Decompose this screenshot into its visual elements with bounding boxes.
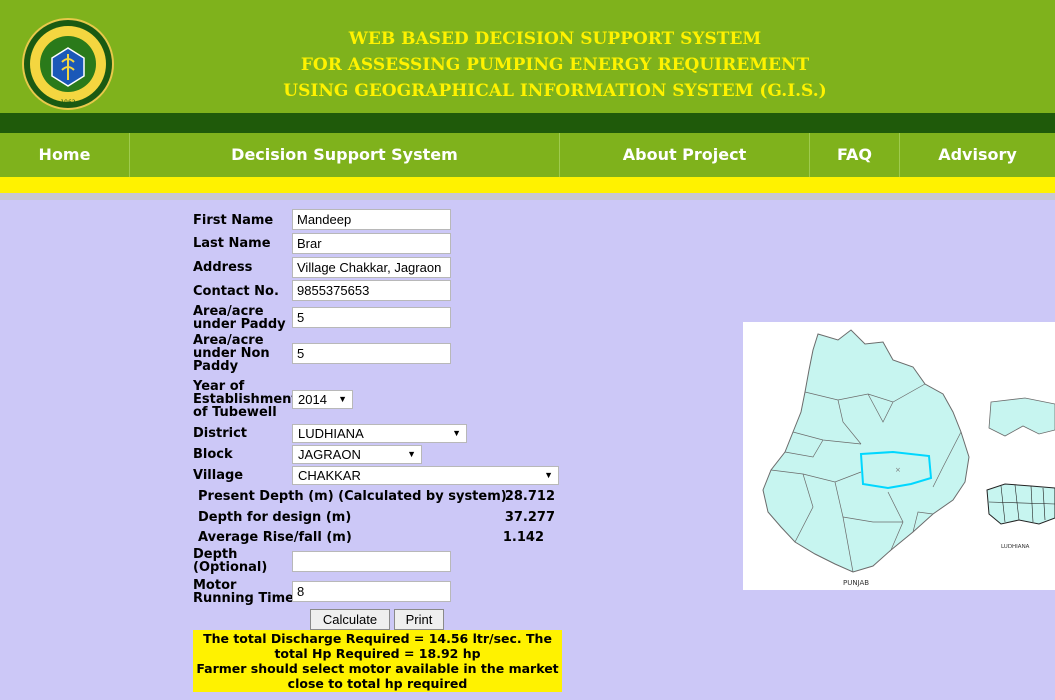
first-name-label: First Name [193,213,274,228]
nav-faq[interactable]: FAQ [810,133,900,177]
village-select-value: CHAKKAR [298,468,361,483]
nav-about-project[interactable]: About Project [560,133,810,177]
contact-input[interactable]: 9855375653 [292,280,451,301]
nav-decision-support-system[interactable]: Decision Support System [130,133,560,177]
page-title: WEB BASED DECISION SUPPORT SYSTEM FOR AS… [150,26,960,104]
main-nav: Home Decision Support System About Proje… [0,133,1055,177]
depth-optional-label: Depth (Optional) [193,548,267,574]
university-logo: 1962 [22,18,114,110]
chevron-down-icon: ▼ [452,428,461,438]
chevron-down-icon: ▼ [338,394,347,404]
result-box: The total Discharge Required = 14.56 ltr… [193,630,562,692]
area-non-paddy-label-line: Paddy [193,359,239,374]
depth-optional-input[interactable] [292,551,451,572]
header-divider [0,113,1055,133]
year-label-line: of Tubewell [193,405,277,420]
district-inset-shape [988,397,1055,437]
rise-fall-label: Average Rise/fall (m) [198,530,352,545]
year-label: Year of Establishment of Tubewell [193,380,298,419]
last-name-input[interactable]: Brar [292,233,451,254]
year-select[interactable]: 2014 ▼ [292,390,353,409]
block-label: Block [193,447,233,462]
nav-home[interactable]: Home [0,133,130,177]
result-line: total Hp Required = 18.92 hp [274,646,481,661]
village-label: Village [193,468,244,483]
present-depth-value: 28.712 [504,489,555,504]
calculate-button[interactable]: Calculate [310,609,390,630]
header-banner: 1962 WEB BASED DECISION SUPPORT SYSTEM F… [0,0,1055,113]
design-depth-label: Depth for design (m) [198,510,352,525]
result-line: Farmer should select motor available in … [196,661,559,676]
first-name-input[interactable]: Mandeep [292,209,451,230]
chevron-down-icon: ▼ [407,449,416,459]
svg-text:1962: 1962 [60,99,75,106]
map-panel: × PUNJAB LUDHIANA [743,322,1055,590]
year-select-value: 2014 [298,392,327,407]
accent-bar [0,177,1055,193]
separator-bar [0,193,1055,200]
district-select[interactable]: LUDHIANA ▼ [292,424,467,443]
chevron-down-icon: ▼ [544,470,553,480]
address-input[interactable]: Village Chakkar, Jagraon [292,257,451,278]
district-select-value: LUDHIANA [298,426,364,441]
result-line: The total Discharge Required = 14.56 ltr… [203,631,552,646]
punjab-state-shape [762,329,970,573]
motor-time-label: Motor Running Time [193,579,294,605]
title-line: WEB BASED DECISION SUPPORT SYSTEM [348,29,762,49]
result-line: close to total hp required [287,676,468,691]
svg-text:×: × [895,466,901,474]
block-select[interactable]: JAGRAON ▼ [292,445,422,464]
area-non-paddy-input[interactable]: 5 [292,343,451,364]
area-paddy-input[interactable]: 5 [292,307,451,328]
motor-time-label-line: Running Time [193,591,295,606]
design-depth-value: 37.277 [504,510,555,525]
area-paddy-label: Area/acre under Paddy [193,305,286,331]
area-non-paddy-label: Area/acre under Non Paddy [193,334,270,373]
title-line: USING GEOGRAPHICAL INFORMATION SYSTEM (G… [283,81,827,101]
title-line: FOR ASSESSING PUMPING ENERGY REQUIREMENT [300,55,810,75]
last-name-label: Last Name [193,236,271,251]
district-label: District [193,426,247,441]
area-paddy-label-line: under Paddy [193,317,286,332]
village-select[interactable]: CHAKKAR ▼ [292,466,559,485]
present-depth-label: Present Depth (m) (Calculated by system) [198,489,507,504]
depth-optional-label-line: (Optional) [193,560,268,575]
motor-time-input[interactable]: 8 [292,581,451,602]
map-district-label: LUDHIANA [1001,544,1030,550]
contact-label: Contact No. [193,284,279,299]
punjab-map[interactable]: × PUNJAB LUDHIANA [743,322,1055,590]
nav-advisory[interactable]: Advisory [900,133,1055,177]
block-select-value: JAGRAON [298,447,361,462]
map-state-label: PUNJAB [843,579,869,587]
print-button[interactable]: Print [394,609,444,630]
address-label: Address [193,260,253,275]
rise-fall-value: 1.142 [502,530,544,545]
